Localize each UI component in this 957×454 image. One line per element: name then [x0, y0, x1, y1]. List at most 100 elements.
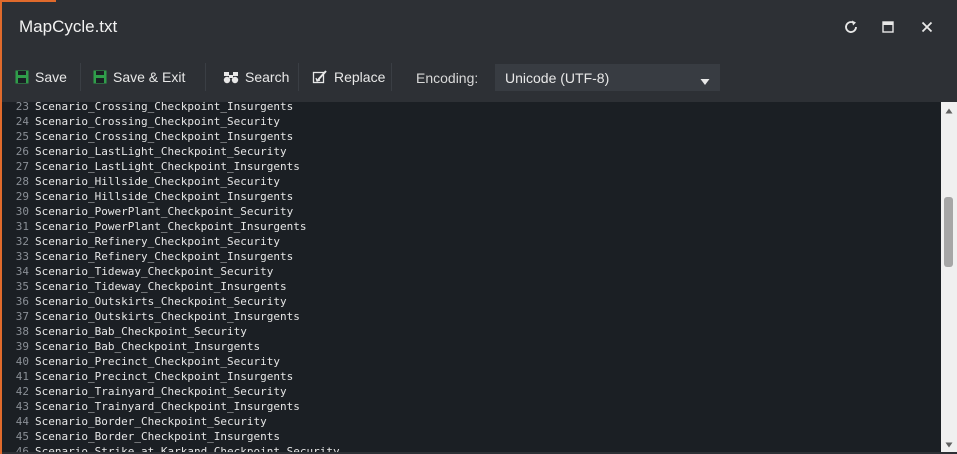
line-text: Scenario_Refinery_Checkpoint_Security [35, 235, 281, 248]
scroll-thumb[interactable] [944, 197, 953, 267]
maximize-icon [882, 21, 894, 33]
line-number: 37 [15, 310, 29, 323]
line-number: 34 [15, 265, 29, 278]
line-text: Scenario_Refinery_Checkpoint_Insurgents [35, 250, 294, 263]
editor-line[interactable]: 29 Scenario_Hillside_Checkpoint_Insurgent… [2, 189, 941, 204]
line-number: 44 [15, 415, 29, 428]
line-text: Scenario_Hillside_Checkpoint_Insurgents [35, 190, 294, 203]
line-text: Scenario_Tideway_Checkpoint_Security [35, 265, 274, 278]
line-number: 39 [15, 340, 29, 353]
line-number: 27 [15, 160, 29, 173]
editor-line[interactable]: 41 Scenario_Precinct_Checkpoint_Insurgent… [2, 369, 941, 384]
floppy-disk-icon [15, 70, 29, 84]
toolbar-divider [205, 63, 206, 91]
editor-line[interactable]: 46 Scenario_Strike_at_Karkand_Checkpoint_… [2, 444, 941, 452]
floppy-disk-icon [93, 70, 107, 84]
save-label: Save [35, 69, 67, 85]
editor-line[interactable]: 34 Scenario_Tideway_Checkpoint_Security [2, 264, 941, 279]
line-text: Scenario_LastLight_Checkpoint_Insurgents [35, 160, 300, 173]
line-text: Scenario_Outskirts_Checkpoint_Insurgents [35, 310, 300, 323]
editor-line[interactable]: 42 Scenario_Trainyard_Checkpoint_Security [2, 384, 941, 399]
maximize-button[interactable] [876, 15, 900, 39]
line-text: Scenario_Border_Checkpoint_Security [35, 415, 267, 428]
editor-line[interactable]: 45 Scenario_Border_Checkpoint_Insurgents [2, 429, 941, 444]
editor-line[interactable]: 33 Scenario_Refinery_Checkpoint_Insurgent… [2, 249, 941, 264]
replace-icon [312, 69, 328, 85]
line-text: Scenario_Trainyard_Checkpoint_Security [35, 385, 287, 398]
toolbar-divider [80, 63, 81, 91]
close-button[interactable] [915, 15, 939, 39]
editor-line[interactable]: 36 Scenario_Outskirts_Checkpoint_Security [2, 294, 941, 309]
toolbar-divider [391, 63, 392, 91]
editor-line[interactable]: 25 Scenario_Crossing_Checkpoint_Insurgent… [2, 129, 941, 144]
line-number: 29 [15, 190, 29, 203]
line-text: Scenario_Trainyard_Checkpoint_Insurgents [35, 400, 300, 413]
line-number: 40 [15, 355, 29, 368]
close-icon [921, 21, 933, 33]
editor-line[interactable]: 26 Scenario_LastLight_Checkpoint_Security [2, 144, 941, 159]
line-number: 25 [15, 130, 29, 143]
save-exit-button[interactable]: Save & Exit [93, 63, 185, 91]
line-number: 36 [15, 295, 29, 308]
toolbar: Save Save & Exit Search Replace Encoding… [2, 54, 957, 101]
binoculars-icon [223, 70, 239, 84]
line-number: 38 [15, 325, 29, 338]
editor-line[interactable]: 30 Scenario_PowerPlant_Checkpoint_Securit… [2, 204, 941, 219]
line-text: Scenario_Bab_Checkpoint_Security [35, 325, 247, 338]
replace-button[interactable]: Replace [312, 63, 385, 91]
editor-line[interactable]: 32 Scenario_Refinery_Checkpoint_Security [2, 234, 941, 249]
line-text: Scenario_Border_Checkpoint_Insurgents [35, 430, 281, 443]
save-exit-label: Save & Exit [113, 69, 186, 85]
replace-label: Replace [334, 69, 386, 85]
line-number: 33 [15, 250, 29, 263]
line-text: Scenario_Crossing_Checkpoint_Insurgents [35, 130, 294, 143]
caret-down-icon [945, 435, 953, 453]
line-number: 42 [15, 385, 29, 398]
editor-line[interactable]: 39 Scenario_Bab_Checkpoint_Insurgents [2, 339, 941, 354]
editor-line[interactable]: 27 Scenario_LastLight_Checkpoint_Insurgen… [2, 159, 941, 174]
line-text: Scenario_Crossing_Checkpoint_Security [35, 115, 281, 128]
text-editor[interactable]: 23 Scenario_Crossing_Checkpoint_Insurgent… [2, 102, 941, 452]
editor-line[interactable]: 23 Scenario_Crossing_Checkpoint_Insurgent… [2, 102, 941, 114]
editor-line[interactable]: 35 Scenario_Tideway_Checkpoint_Insurgents [2, 279, 941, 294]
editor-line[interactable]: 44 Scenario_Border_Checkpoint_Security [2, 414, 941, 429]
search-label: Search [245, 69, 290, 85]
line-text: Scenario_PowerPlant_Checkpoint_Insurgent… [35, 220, 307, 233]
line-number: 46 [15, 445, 29, 452]
search-button[interactable]: Search [223, 63, 289, 91]
line-text: Scenario_LastLight_Checkpoint_Security [35, 145, 287, 158]
editor-line[interactable]: 28 Scenario_Hillside_Checkpoint_Security [2, 174, 941, 189]
caret-up-icon [945, 101, 953, 119]
save-button[interactable]: Save [15, 63, 67, 91]
line-number: 35 [15, 280, 29, 293]
line-text: Scenario_Precinct_Checkpoint_Insurgents [35, 370, 294, 383]
line-number: 28 [15, 175, 29, 188]
line-number: 43 [15, 400, 29, 413]
window-title: MapCycle.txt [19, 17, 118, 36]
vertical-scrollbar[interactable] [941, 102, 957, 452]
line-text: Scenario_Tideway_Checkpoint_Insurgents [35, 280, 287, 293]
editor-line[interactable]: 43 Scenario_Trainyard_Checkpoint_Insurgen… [2, 399, 941, 414]
encoding-label: Encoding: [416, 70, 479, 86]
line-number: 41 [15, 370, 29, 383]
editor-line[interactable]: 40 Scenario_Precinct_Checkpoint_Security [2, 354, 941, 369]
editor-line[interactable]: 38 Scenario_Bab_Checkpoint_Security [2, 324, 941, 339]
editor-lines: 23 Scenario_Crossing_Checkpoint_Insurgent… [2, 102, 941, 452]
encoding-value: Unicode (UTF-8) [505, 69, 610, 86]
line-text: Scenario_Outskirts_Checkpoint_Security [35, 295, 287, 308]
line-number: 45 [15, 430, 29, 443]
encoding-select[interactable]: Unicode (UTF-8) [495, 64, 720, 91]
scroll-down-button[interactable] [941, 436, 957, 452]
scroll-up-button[interactable] [941, 102, 957, 118]
line-text: Scenario_Bab_Checkpoint_Insurgents [35, 340, 261, 353]
line-number: 26 [15, 145, 29, 158]
editor-line[interactable]: 31 Scenario_PowerPlant_Checkpoint_Insurge… [2, 219, 941, 234]
line-number: 23 [15, 102, 29, 113]
caret-down-icon [700, 73, 710, 89]
line-text: Scenario_Crossing_Checkpoint_Insurgents [35, 102, 294, 113]
line-number: 24 [15, 115, 29, 128]
toolbar-divider [298, 63, 299, 91]
editor-line[interactable]: 24 Scenario_Crossing_Checkpoint_Security [2, 114, 941, 129]
refresh-button[interactable] [839, 15, 863, 39]
editor-line[interactable]: 37 Scenario_Outskirts_Checkpoint_Insurgen… [2, 309, 941, 324]
